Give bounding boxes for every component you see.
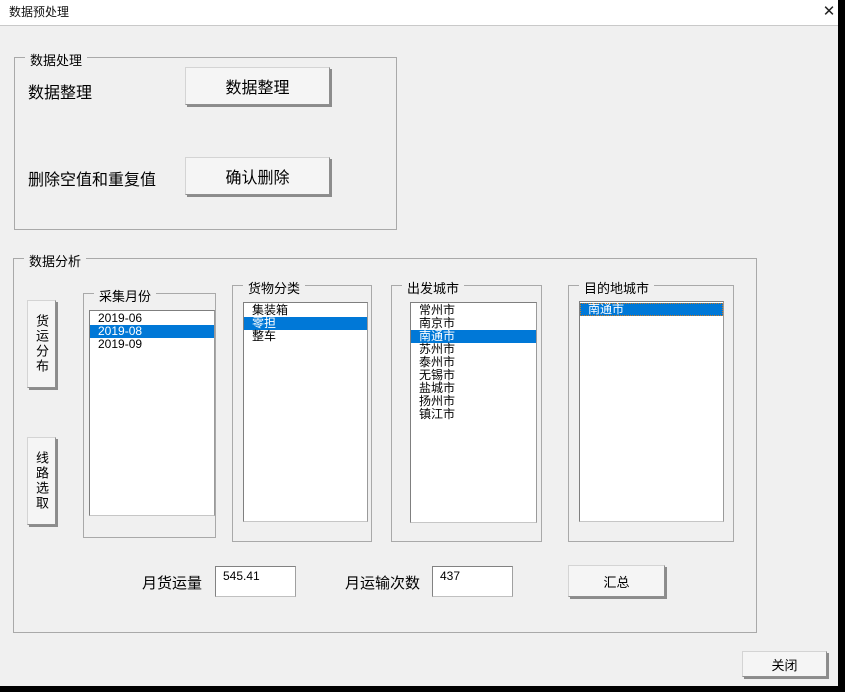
delete-null-duplicate-label: 删除空值和重复值 <box>28 166 156 190</box>
monthly-trips-input[interactable] <box>432 566 513 597</box>
summary-button[interactable]: 汇总 <box>568 565 665 597</box>
frame-origin-city-caption: 出发城市 <box>402 278 464 297</box>
confirm-delete-button[interactable]: 确认删除 <box>185 157 330 195</box>
destination-city-listbox[interactable]: 南通市 <box>579 301 724 522</box>
dialog-data-preprocessing: { "window": { "title": "数据预处理", "close_g… <box>0 0 845 692</box>
organize-button[interactable]: 数据整理 <box>185 67 330 105</box>
window-bottom-border <box>0 686 845 692</box>
cargo-category-listbox[interactable]: 集装箱零担整车 <box>243 302 368 522</box>
group-data-processing-caption: 数据处理 <box>25 50 87 69</box>
monthly-volume-label: 月货运量 <box>142 572 202 593</box>
frame-cargo-category-caption: 货物分类 <box>243 278 305 297</box>
monthly-volume-input[interactable] <box>215 566 296 597</box>
monthly-trips-label: 月运输次数 <box>345 572 420 593</box>
group-data-analysis-caption: 数据分析 <box>24 251 86 270</box>
freight-distribution-button[interactable]: 货运分布 <box>27 300 56 388</box>
titlebar-divider <box>0 25 845 26</box>
route-select-button[interactable]: 线路选取 <box>27 437 56 525</box>
organize-label: 数据整理 <box>28 79 92 103</box>
collection-month-listbox[interactable]: 2019-062019-082019-09 <box>89 310 215 516</box>
frame-collection-month: 采集月份 2019-062019-082019-09 <box>83 293 216 538</box>
frame-origin-city: 出发城市 常州市南京市南通市苏州市泰州市无锡市盐城市扬州市镇江市 <box>391 285 542 542</box>
list-item[interactable]: 2019-09 <box>90 338 214 351</box>
list-item[interactable]: 南通市 <box>580 303 723 316</box>
frame-destination-city: 目的地城市 南通市 <box>568 285 734 542</box>
frame-cargo-category: 货物分类 集装箱零担整车 <box>232 285 372 542</box>
list-item[interactable]: 镇江市 <box>411 408 536 421</box>
window-right-border <box>838 0 845 692</box>
frame-destination-city-caption: 目的地城市 <box>579 278 654 297</box>
list-item[interactable]: 整车 <box>244 330 367 343</box>
close-button[interactable]: 关闭 <box>742 651 827 677</box>
window-title: 数据预处理 <box>9 0 69 24</box>
frame-collection-month-caption: 采集月份 <box>94 286 156 305</box>
origin-city-listbox[interactable]: 常州市南京市南通市苏州市泰州市无锡市盐城市扬州市镇江市 <box>410 302 537 523</box>
title-bar: 数据预处理 ✕ <box>0 0 845 25</box>
